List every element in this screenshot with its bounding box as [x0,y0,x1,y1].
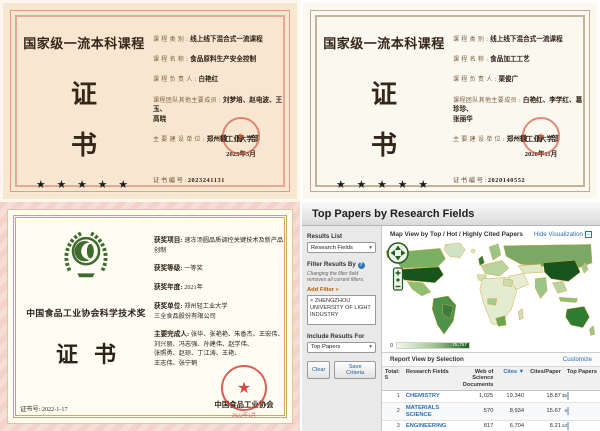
table-row: 1 CHEMISTRY 1,025 19,340 18.87 35 [382,391,600,403]
active-filter-label: ZHENGZHOU UNIVERSITY OF LIGHT INDUSTRY [310,298,371,319]
association-seal: ★ 中国食品工业协会 2022年1月 [196,399,292,419]
red-seal-icon: ★ [522,117,560,155]
ministry-seal: ★ 教 育 部 2023年5月 [203,121,279,158]
field-link[interactable]: CHEMISTRY [406,393,440,399]
field-course-name: 课 程 名 称 : 食品原料生产安全控制 [153,55,287,65]
certificate-number: 证 书 编 号 : 2020140552 [453,175,525,184]
screenshot-collage: 国家级一流本科课程 证 书 ★ ★ ★ ★ ★ 课 程 类 别 : 线上线下混合… [0,0,600,431]
star-rating: ★ ★ ★ ★ ★ [323,178,445,191]
field-course-category: 课 程 类 别 : 线上线下混合式一流课程 [153,35,287,45]
page-title: Top Papers by Research Fields [312,208,474,220]
certificate-char-shu: 书 [23,125,145,162]
world-map-visualization [382,240,600,340]
col-cites-per-paper: Cites/Paper [527,367,564,391]
certificate-char-shu: 书 [323,125,445,162]
report-view-title: Report View by Selection [390,356,464,363]
col-research-fields: Research Fields [403,367,455,391]
certificate-char-zheng: 证 [323,74,445,111]
field-course-category: 课 程 类 别 : 线上线下混合式一流课程 [453,35,587,45]
help-icon[interactable]: ? [358,262,365,269]
legend-min: 0 [390,343,393,349]
filters-sidebar: Results List Research Fields ▾ Filter Re… [302,226,382,431]
top-papers-bar: 35 [567,392,569,400]
ministry-seal: ★ 教 育 部 2020年11月 [503,121,579,158]
save-criteria-button[interactable]: Save Criteria [334,361,376,379]
map-view-title: Map View by Top / Hot / Highly Cited Pap… [390,231,523,238]
map-color-legend: 0 75,757 [382,340,600,352]
results-list-select[interactable]: Research Fields ▾ [307,242,376,253]
field-award-contributors: 主要完成人: 张华、张艳艳、朱香杰、王宏伟、 刘兴丽、冯志强、孙建伟、赵学伟、 … [154,330,284,368]
chevron-down-icon: ▾ [369,245,372,251]
include-results-label: Include Results For [307,333,376,340]
certificate-course-2: 国家级一流本科课程 证 书 ★ ★ ★ ★ ★ 课 程 类 别 : 线上线下混合… [300,0,600,202]
col-wos-documents: Web of Science Documents [454,367,496,391]
red-seal-star-icon: ★ [221,365,267,411]
esi-panel: Top Papers by Research Fields Results Li… [300,202,600,431]
minus-icon: − [585,231,592,238]
remove-filter-icon[interactable]: × [310,298,313,304]
table-row: 2 MATERIALS SCIENCE 570 8,934 15.67 4 [382,402,600,420]
research-fields-table: Total: 5 Research Fields Web of Science … [382,366,600,431]
certificate-award: 中国食品工业协会科学技术奖 证书 证书号: 2022-1-17 获奖项目: 速冻… [0,202,300,431]
customize-link[interactable]: Customize [563,356,592,363]
award-left-column: 中国食品工业协会科学技术奖 证书 [22,226,150,369]
field-award-grade: 获奖等级: 一等奖 [154,264,284,274]
star-rating: ★ ★ ★ ★ ★ [23,178,145,191]
legend-gradient-bar: 75,757 [396,342,470,349]
field-course-name: 课 程 名 称 : 食品加工工艺 [453,55,587,65]
filter-note: Changing the filter field removes all cu… [307,271,376,284]
col-top-papers: Top Papers [564,367,600,391]
page-title-bar: Top Papers by Research Fields [302,202,600,226]
filter-by-label: Filter Results By ? [307,261,376,269]
sort-descending-icon: ▼ [519,369,525,375]
table-row: 3 ENGINEERING 817 6,704 8.21 13 [382,421,600,431]
red-seal-icon: ★ [222,117,260,155]
certificate-number: 证 书 编 号 : 2023241131 [153,175,225,184]
results-list-label: Results List [307,233,376,240]
certificate-course-1: 国家级一流本科课程 证 书 ★ ★ ★ ★ ★ 课 程 类 别 : 线上线下混合… [0,0,300,202]
col-cites-sort[interactable]: Cites ▼ [496,367,527,391]
award-certificate-title: 证书 [22,337,150,369]
issue-date: 2022年1月 [196,411,292,419]
active-filter-box: × ZHENGZHOU UNIVERSITY OF LIGHT INDUSTRY [307,295,376,325]
certificate-left-column: 国家级一流本科课程 证 书 ★ ★ ★ ★ ★ [323,33,445,191]
field-award-units: 获奖单位: 郑州轻工业大学 三全食品股份有限公司 [154,302,284,321]
top-papers-bar: 4 [567,407,569,415]
top-papers-bar: 13 [567,422,569,430]
map-zoom-control[interactable] [387,242,409,292]
field-link[interactable]: ENGINEERING [406,423,447,429]
col-total: Total: 5 [382,367,403,391]
field-course-leader: 课 程 负 责 人 : 栗俊广 [453,75,587,85]
clear-button[interactable]: Clear [307,361,330,379]
award-certificate-number: 证书号: 2022-1-17 [20,404,68,413]
certificate-title: 国家级一流本科课程 [323,33,445,52]
association-emblem-icon [57,226,115,284]
esi-main-area: Map View by Top / Hot / Highly Cited Pap… [382,226,600,431]
certificate-char-zheng: 证 [23,74,145,111]
field-award-year: 获奖年度: 2021年 [154,283,284,293]
legend-max: 75,757 [452,343,467,349]
award-association-title: 中国食品工业协会科学技术奖 [22,306,150,319]
add-filter-link[interactable]: Add Filter » [307,287,376,293]
certificate-left-column: 国家级一流本科课程 证 书 ★ ★ ★ ★ ★ [23,33,145,191]
chevron-down-icon: ▾ [369,344,372,350]
field-link[interactable]: MATERIALS SCIENCE [406,405,439,418]
world-choropleth-map [382,240,600,340]
award-fields: 获奖项目: 速冻汤圆品质调控关键技术及新产品创制 获奖等级: 一等奖 获奖年度:… [154,236,284,377]
certificate-title: 国家级一流本科课程 [23,33,145,52]
hide-visualization-link[interactable]: Hide Visualization− [534,231,592,238]
field-award-project: 获奖项目: 速冻汤圆品质调控关键技术及新产品创制 [154,236,284,255]
field-course-leader: 课 程 负 责 人 : 白艳红 [153,75,287,85]
include-results-select[interactable]: Top Papers ▾ [307,342,376,353]
